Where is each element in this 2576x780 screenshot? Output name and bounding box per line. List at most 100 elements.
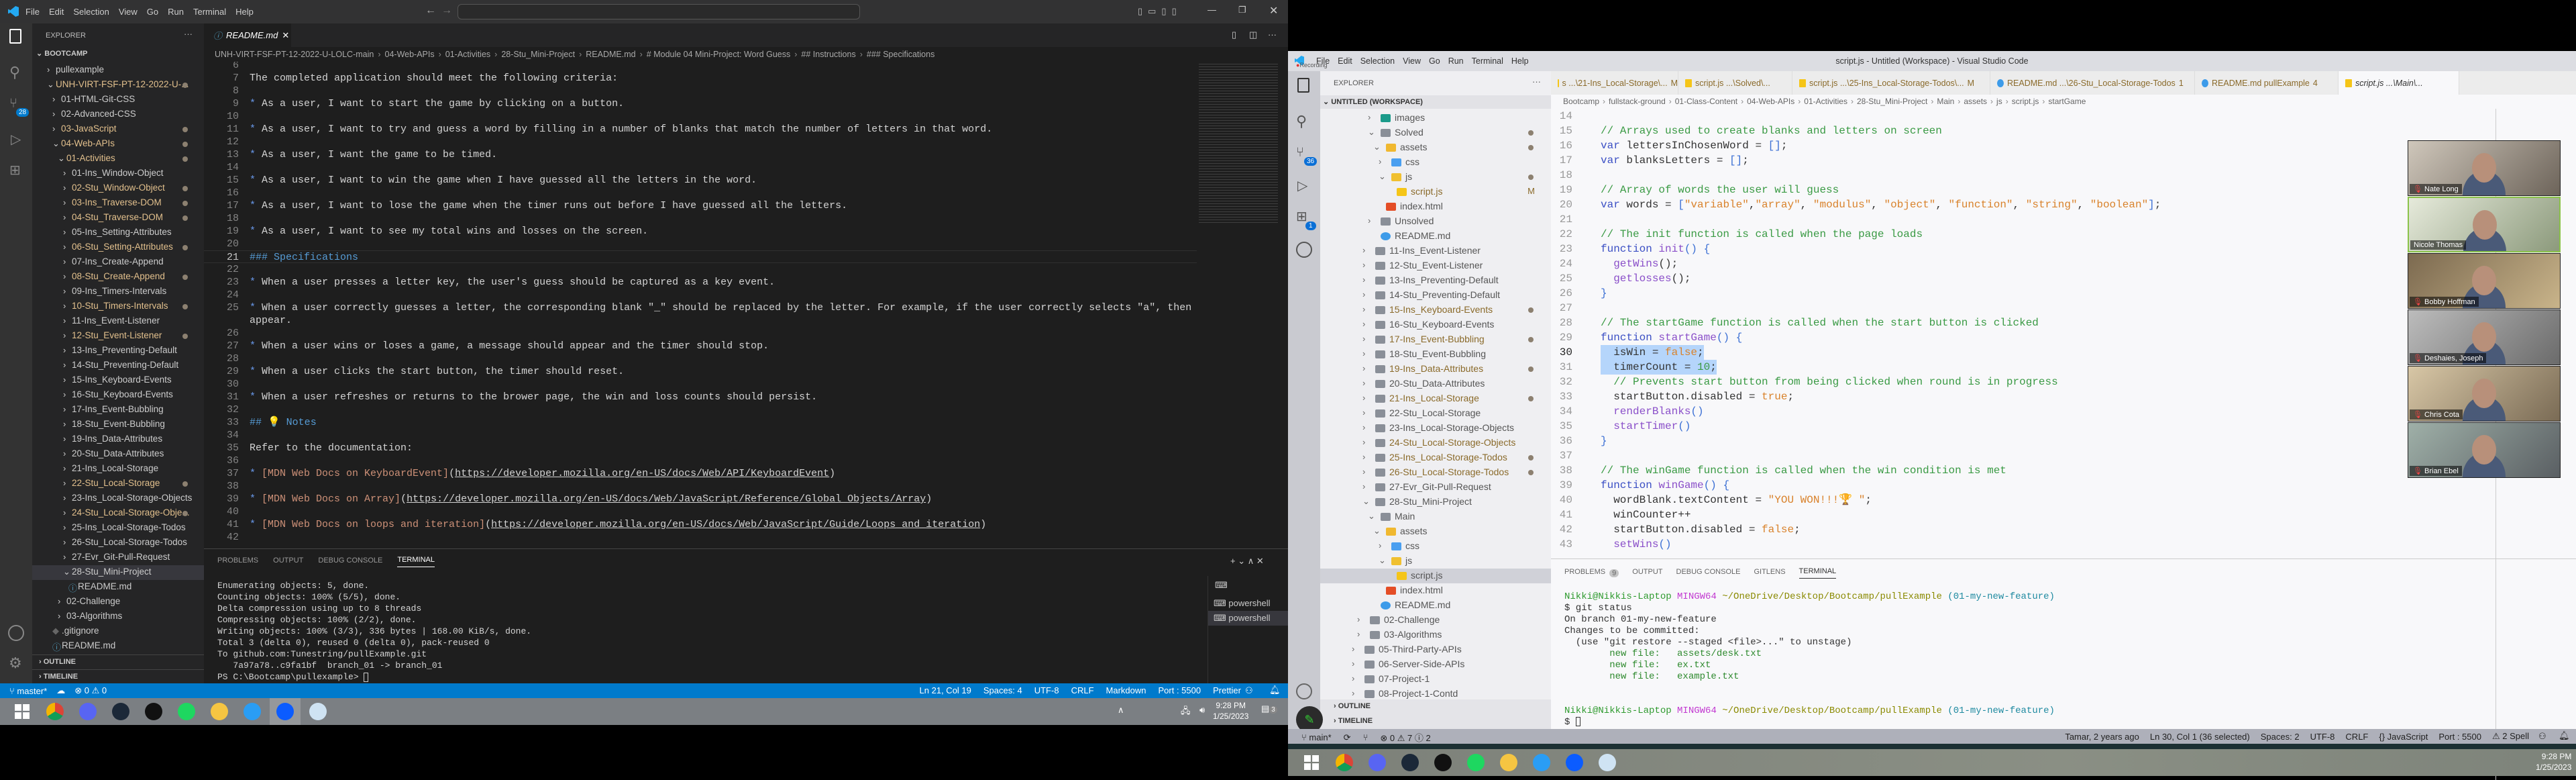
new-terminal-icon[interactable]: + ⌄ ∧ ✕ [1230, 556, 1264, 567]
tree-item[interactable]: › 12-Stu_Event-Listener [1320, 258, 1551, 273]
breadcrumb-item[interactable]: 01-Class-Content [1675, 97, 1737, 106]
tray-overflow-icon[interactable]: ∧ [1118, 705, 1124, 716]
taskbar-chrome-button[interactable] [40, 698, 70, 725]
tree-item[interactable]: › css [1320, 539, 1551, 554]
breadcrumb-item[interactable]: 28-Stu_Mini-Project [501, 50, 575, 59]
tree-item[interactable]: › 03-Ins_Traverse-DOM [32, 196, 204, 211]
tree-item[interactable]: › 16-Stu_Keyboard-Events [32, 388, 204, 403]
menu-item-go[interactable]: Go [1429, 56, 1440, 66]
menu-item-go[interactable]: Go [147, 7, 158, 17]
menu-item-run[interactable]: Run [1448, 56, 1464, 66]
menu-item-file[interactable]: File [25, 7, 40, 17]
participant-video-tile[interactable]: 🎙︎ Nate Long [2408, 140, 2561, 196]
participant-video-tile[interactable]: 🎙︎ Deshaies, Joseph [2408, 309, 2561, 365]
tree-item[interactable]: ⌄ assets [1320, 524, 1551, 539]
tree-item[interactable]: ⌄ js [1320, 170, 1551, 185]
breadcrumb-item[interactable]: Bootcamp [1563, 97, 1599, 106]
status-item[interactable]: Tamar, 2 years ago [2065, 732, 2139, 742]
timeline-section[interactable]: › TIMELINE [32, 669, 204, 684]
tree-item[interactable]: › 22-Stu_Local-Storage [1320, 406, 1551, 421]
breadcrumb-item[interactable]: js [1996, 97, 2002, 106]
tree-item[interactable]: › 05-Third-Party-APIs [1320, 642, 1551, 657]
tree-item[interactable]: › 03-JavaScript [32, 122, 204, 137]
participant-video-tile[interactable]: 🎙︎ Chris Cota [2408, 366, 2561, 422]
clock[interactable]: 9:28 PM 1/25/2023 [2536, 751, 2571, 773]
participant-video-tile[interactable]: 🎙︎ Brian Ebel [2408, 422, 2561, 478]
taskbar-vscode-button[interactable] [237, 698, 268, 725]
tree-item[interactable]: script.js [1320, 569, 1551, 583]
tree-item[interactable]: › 23-Ins_Local-Storage-Objects [1320, 421, 1551, 436]
tree-item[interactable]: README.md [1320, 598, 1551, 613]
tree-item[interactable]: › 01-HTML-Git-CSS [32, 93, 204, 107]
breadcrumb-item[interactable]: UNH-VIRT-FSF-PT-12-2022-U-LOLC-main [215, 50, 374, 59]
tree-item[interactable]: › 01-Ins_Window-Object [32, 166, 204, 181]
status-item[interactable]: ⚠ 2 Spell [2492, 731, 2529, 742]
taskbar-discord-button[interactable] [1362, 749, 1393, 776]
tree-item[interactable]: › 21-Ins_Local-Storage [1320, 391, 1551, 406]
terminal-output[interactable]: Nikki@Nikkis-Laptop MINGW64 ~/OneDrive/D… [1564, 591, 2436, 728]
tree-item[interactable]: › 25-Ins_Local-Storage-Todos [32, 521, 204, 536]
status-item[interactable]: UTF-8 [1034, 685, 1059, 695]
tab-output[interactable]: OUTPUT [1632, 568, 1662, 579]
tree-item[interactable]: ⌄ 04-Web-APIs [32, 137, 204, 152]
tab-debug-console[interactable]: DEBUG CONSOLE [1676, 568, 1741, 579]
markdown-editor[interactable]: 6 7 The completed application should meet … [204, 62, 1197, 548]
tab-readme[interactable]: ⓘ README.md ✕ [204, 23, 291, 47]
back-arrow-icon[interactable]: ← [425, 5, 436, 17]
tree-item[interactable]: index.html [1320, 583, 1551, 598]
breadcrumb-item[interactable]: fullstack-ground [1609, 97, 1666, 106]
code-editor[interactable]: 14 15 // Arrays used to create blanks and … [1551, 109, 2504, 558]
timeline-section[interactable]: › TIMELINE [1320, 714, 1551, 729]
breadcrumb-item[interactable]: Main [1937, 97, 1954, 106]
tree-item[interactable]: › 04-Stu_Traverse-DOM [32, 211, 204, 226]
clock[interactable]: 9:28 PM 1/25/2023 [1213, 700, 1248, 722]
account-icon[interactable] [8, 625, 24, 641]
tree-item[interactable]: ⌄ assets [1320, 140, 1551, 155]
breadcrumb-item[interactable]: README.md [586, 50, 635, 59]
taskbar-steam-button[interactable] [105, 698, 136, 725]
network-icon[interactable]: 🖧︎ [1181, 705, 1191, 720]
menu-item-view[interactable]: View [1403, 56, 1421, 66]
minimize-button[interactable]: — [1208, 5, 1216, 15]
taskbar-vscode-button[interactable] [1526, 749, 1557, 776]
tab-debug-console[interactable]: DEBUG CONSOLE [318, 556, 382, 567]
tab-problems[interactable]: PROBLEMS [217, 556, 258, 567]
forward-arrow-icon[interactable]: → [441, 5, 452, 17]
tree-item[interactable]: › css [1320, 155, 1551, 170]
tree-item[interactable]: › 26-Stu_Local-Storage-Todos [1320, 465, 1551, 480]
taskbar-discord-button[interactable] [72, 698, 103, 725]
editor-tab[interactable]: script.js ...\25-Ins_Local-Storage-Todos… [1792, 71, 1990, 95]
editor-tab[interactable]: script.js ...\Main\... [2339, 71, 2459, 95]
workspace-root[interactable]: ⌄ UNTITLED (WORKSPACE) [1320, 95, 1551, 109]
status-item[interactable]: Ln 30, Col 1 (36 selected) [2150, 732, 2250, 742]
layout-toggle-icons[interactable]: ▯▭▯▯ [1138, 6, 1182, 17]
status-item[interactable]: Spaces: 4 [983, 685, 1022, 695]
search-icon[interactable]: ⚲ [1296, 113, 1307, 130]
tab-gitlens[interactable]: GITLENS [1754, 568, 1785, 579]
taskbar-zoom-button[interactable] [270, 698, 301, 725]
menu-item-selection[interactable]: Selection [73, 7, 109, 17]
tree-item[interactable]: ⓘ README.md [32, 580, 204, 595]
tree-item[interactable]: › 15-Ins_Keyboard-Events [1320, 303, 1551, 318]
tree-item[interactable]: script.js M [1320, 185, 1551, 199]
tree-item[interactable]: › 19-Ins_Data-Attributes [1320, 362, 1551, 377]
search-icon[interactable]: ⚲ [9, 64, 20, 81]
tree-item[interactable]: README.md [1320, 229, 1551, 244]
breadcrumb-item[interactable]: 04-Web-APIs [385, 50, 435, 59]
tree-item[interactable]: › 14-Stu_Preventing-Default [32, 358, 204, 373]
status-item[interactable]: Markdown [1106, 685, 1146, 695]
breadcrumb-item[interactable]: 04-Web-APIs [1747, 97, 1794, 106]
menu-item-edit[interactable]: Edit [49, 7, 64, 17]
menu-item-view[interactable]: View [119, 7, 138, 17]
more-actions-icon[interactable]: ··· [184, 29, 193, 39]
tree-item[interactable]: index.html [1320, 199, 1551, 214]
tree-item[interactable]: › 02-Stu_Window-Object [32, 181, 204, 196]
sync-icon[interactable]: ⟳ [1344, 732, 1351, 743]
taskbar-icue-button[interactable] [138, 698, 169, 725]
breadcrumb-item[interactable]: ## Instructions [801, 50, 855, 59]
tree-item[interactable]: › 09-Ins_Timers-Intervals [32, 285, 204, 299]
menu-item-file[interactable]: File [1316, 56, 1330, 66]
tree-item[interactable]: › 26-Stu_Local-Storage-Todos [32, 536, 204, 550]
editor-tab[interactable]: script.js ...\Solved\... [1678, 71, 1792, 95]
tree-item[interactable]: › 27-Evr_Git-Pull-Request [32, 550, 204, 565]
